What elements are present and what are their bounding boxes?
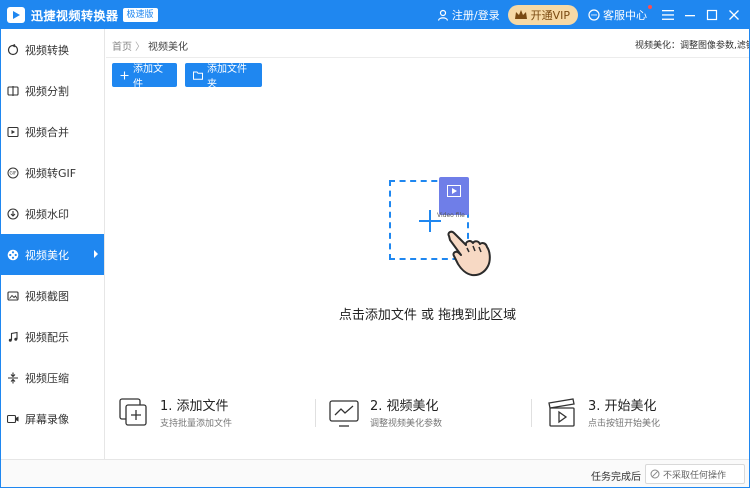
plus-icon — [120, 70, 129, 80]
step-divider — [531, 399, 532, 427]
sidebar-item-label: 视频美化 — [25, 248, 69, 262]
sidebar-item-label: 视频分割 — [25, 84, 69, 98]
maximize-icon — [706, 9, 718, 21]
step-description: 调整视频美化参数 — [370, 419, 443, 429]
chat-icon — [588, 9, 600, 21]
sidebar-item-label: 视频合并 — [25, 125, 69, 139]
breadcrumb-separator: 〉 — [135, 42, 145, 53]
sidebar-item-record[interactable]: 屏幕录像 — [1, 398, 104, 439]
sidebar-item-label: 视频配乐 — [25, 330, 69, 344]
music-icon — [7, 331, 19, 343]
support-label: 客服中心 — [603, 9, 647, 22]
sidebar-item-label: 屏幕录像 — [25, 412, 69, 426]
crown-icon — [514, 10, 527, 19]
film-play-icon — [447, 185, 461, 197]
pointing-hand-icon — [447, 230, 491, 277]
sidebar-item-compress[interactable]: 视频压缩 — [1, 357, 104, 398]
close-icon — [729, 10, 739, 20]
step-title: 2. 视频美化 — [370, 399, 439, 414]
vip-button[interactable]: 开通VIP — [507, 5, 578, 25]
breadcrumb-home[interactable]: 首页 — [112, 38, 132, 53]
add-folder-label: 添加文件夹 — [207, 64, 247, 90]
main-content: 首页 〉 视频美化 视频美化：调整图像参数,滤镜库 添加文件 添加文件夹 — [106, 29, 749, 459]
sidebar: 视频转换 视频分割 视频合并 GIF 视频转GIF 视频水印 视频美化 视频截图… — [1, 29, 105, 459]
step-description: 支持批量添加文件 — [160, 419, 233, 429]
bottom-bar: 任务完成后 不采取任何操作 — [1, 459, 749, 487]
user-icon — [437, 9, 448, 21]
sidebar-item-split[interactable]: 视频分割 — [1, 70, 104, 111]
screenshot-icon — [7, 290, 19, 302]
app-title: 迅捷视频转换器 — [31, 8, 119, 23]
breadcrumb-current: 视频美化 — [148, 42, 188, 53]
title-bar-actions: 注册/登录 开通VIP 客服中心 — [437, 1, 749, 29]
monitor-chart-icon — [329, 400, 359, 427]
edition-badge: 极速版 — [122, 8, 158, 22]
folder-icon — [193, 70, 203, 80]
sidebar-item-label: 视频转换 — [25, 43, 69, 57]
step-add-file: 1. 添加文件 支持批量添加文件 — [118, 391, 308, 441]
breadcrumb: 首页 〉 视频美化 — [112, 38, 188, 53]
sidebar-item-merge[interactable]: 视频合并 — [1, 111, 104, 152]
no-action-icon — [650, 469, 660, 479]
step-title: 1. 添加文件 — [160, 399, 229, 414]
record-icon — [7, 413, 19, 425]
header-divider — [106, 57, 749, 58]
file-caption: Video file — [437, 212, 465, 219]
film-reel-icon — [7, 249, 19, 261]
svg-text:GIF: GIF — [10, 170, 17, 175]
step-description: 点击按钮开始美化 — [588, 419, 661, 429]
add-file-button[interactable]: 添加文件 — [112, 63, 177, 90]
vip-label: 开通VIP — [530, 9, 570, 22]
refresh-icon — [7, 43, 19, 56]
close-button[interactable] — [725, 6, 743, 24]
minimize-icon — [685, 15, 695, 17]
sidebar-item-watermark[interactable]: 视频水印 — [1, 193, 104, 234]
split-icon — [7, 85, 19, 97]
sidebar-item-beautify[interactable]: 视频美化 — [1, 234, 104, 275]
gif-icon: GIF — [7, 167, 19, 179]
page-description: 视频美化：调整图像参数,滤镜库 — [635, 41, 749, 51]
sidebar-item-label: 视频转GIF — [25, 166, 77, 180]
drop-zone-text: 点击添加文件 或 拖拽到此区域 — [338, 308, 517, 323]
after-task-label: 任务完成后 — [591, 472, 641, 483]
step-start: 3. 开始美化 点击按钮开始美化 — [546, 391, 736, 441]
add-file-label: 添加文件 — [133, 64, 163, 90]
login-button[interactable]: 注册/登录 — [437, 7, 500, 23]
sidebar-item-screenshot[interactable]: 视频截图 — [1, 275, 104, 316]
steps-guide: 1. 添加文件 支持批量添加文件 2. 视频美化 调整视频美化参数 3. 开始美… — [106, 391, 749, 441]
step-beautify: 2. 视频美化 调整视频美化参数 — [328, 391, 518, 441]
title-bar: 迅捷视频转换器 极速版 注册/登录 开通VIP 客服中心 — [1, 1, 749, 29]
add-folder-button[interactable]: 添加文件夹 — [185, 63, 262, 90]
menu-button[interactable] — [659, 6, 677, 24]
notification-dot — [648, 5, 652, 9]
sidebar-item-label: 视频压缩 — [25, 371, 69, 385]
step-divider — [315, 399, 316, 427]
app-window: 迅捷视频转换器 极速版 注册/登录 开通VIP 客服中心 视频转换 视频分割 视… — [0, 0, 750, 488]
sidebar-item-gif[interactable]: GIF 视频转GIF — [1, 152, 104, 193]
sidebar-item-label: 视频截图 — [25, 289, 69, 303]
active-arrow-icon — [94, 250, 98, 258]
maximize-button[interactable] — [703, 6, 721, 24]
sidebar-item-label: 视频水印 — [25, 207, 69, 221]
step-title: 3. 开始美化 — [588, 399, 657, 414]
add-files-icon — [119, 398, 147, 426]
compress-icon — [7, 372, 19, 384]
watermark-icon — [7, 207, 19, 220]
sidebar-item-music[interactable]: 视频配乐 — [1, 316, 104, 357]
app-logo-icon — [7, 7, 25, 23]
merge-icon — [7, 126, 19, 138]
support-button[interactable]: 客服中心 — [588, 5, 652, 23]
sidebar-item-convert[interactable]: 视频转换 — [1, 29, 104, 70]
clapper-play-icon — [548, 398, 575, 427]
after-task-value: 不采取任何操作 — [663, 470, 727, 481]
menu-icon — [662, 10, 674, 20]
minimize-button[interactable] — [681, 6, 699, 24]
login-label: 注册/登录 — [451, 9, 500, 22]
after-task-select[interactable]: 不采取任何操作 — [645, 464, 745, 484]
